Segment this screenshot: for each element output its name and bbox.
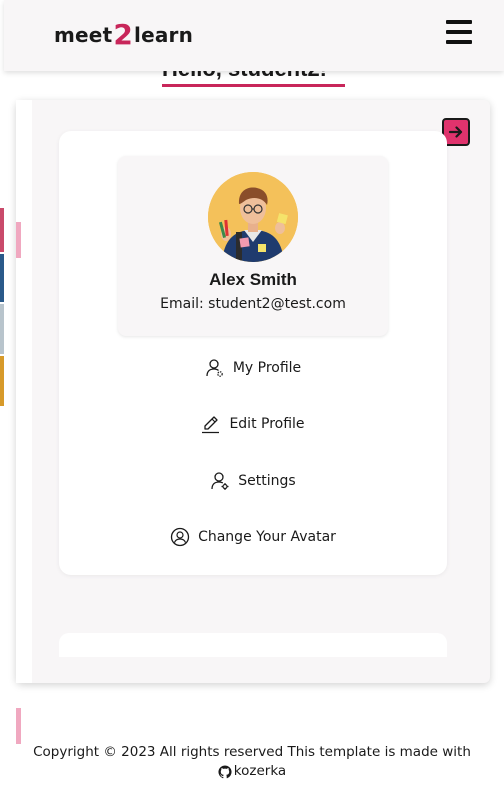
github-icon bbox=[218, 764, 232, 778]
user-settings-icon bbox=[211, 472, 229, 490]
avatar-circle-icon bbox=[170, 527, 190, 547]
profile-email: Email: student2@test.com bbox=[160, 296, 346, 312]
profile-card: Alex Smith Email: student2@test.com My P… bbox=[59, 131, 447, 575]
footer: Copyright © 2023 All rights reserved Thi… bbox=[0, 743, 504, 785]
menu-item-label: Settings bbox=[238, 473, 296, 489]
exit-arrow-icon bbox=[448, 126, 463, 138]
top-navbar: meet 2 learn bbox=[4, 0, 504, 71]
secondary-card bbox=[59, 633, 447, 657]
background-strip bbox=[0, 200, 4, 410]
panel-edge bbox=[16, 100, 32, 683]
user-icon bbox=[206, 359, 223, 377]
pencil-icon bbox=[202, 416, 220, 434]
menu-item-label: Edit Profile bbox=[229, 416, 305, 432]
profile-name: Alex Smith bbox=[209, 270, 297, 289]
site-logo[interactable]: meet 2 learn bbox=[54, 18, 193, 52]
hamburger-icon[interactable] bbox=[446, 20, 472, 44]
menu-item-label: Change Your Avatar bbox=[198, 529, 336, 545]
menu-item-change-avatar[interactable]: Change Your Avatar bbox=[59, 523, 447, 551]
logo-text-meet: meet bbox=[54, 23, 113, 47]
avatar-image bbox=[208, 172, 298, 262]
menu-item-settings[interactable]: Settings bbox=[59, 467, 447, 495]
footer-brand-link[interactable]: kozerka bbox=[218, 762, 286, 781]
menu-item-label: My Profile bbox=[232, 360, 302, 376]
profile-summary: Alex Smith Email: student2@test.com bbox=[118, 156, 388, 336]
menu-item-my-profile[interactable]: My Profile bbox=[59, 354, 447, 382]
logo-text-2: 2 bbox=[113, 18, 134, 51]
decor-mark bbox=[16, 222, 21, 258]
avatar bbox=[208, 172, 298, 262]
greeting-underline bbox=[162, 84, 345, 87]
decor-mark bbox=[16, 708, 21, 744]
footer-copyright: Copyright © 2023 All rights reserved Thi… bbox=[33, 744, 471, 760]
footer-brand: kozerka bbox=[233, 763, 287, 779]
menu-item-edit-profile[interactable]: Edit Profile bbox=[59, 410, 447, 438]
logo-text-learn: learn bbox=[134, 23, 194, 47]
